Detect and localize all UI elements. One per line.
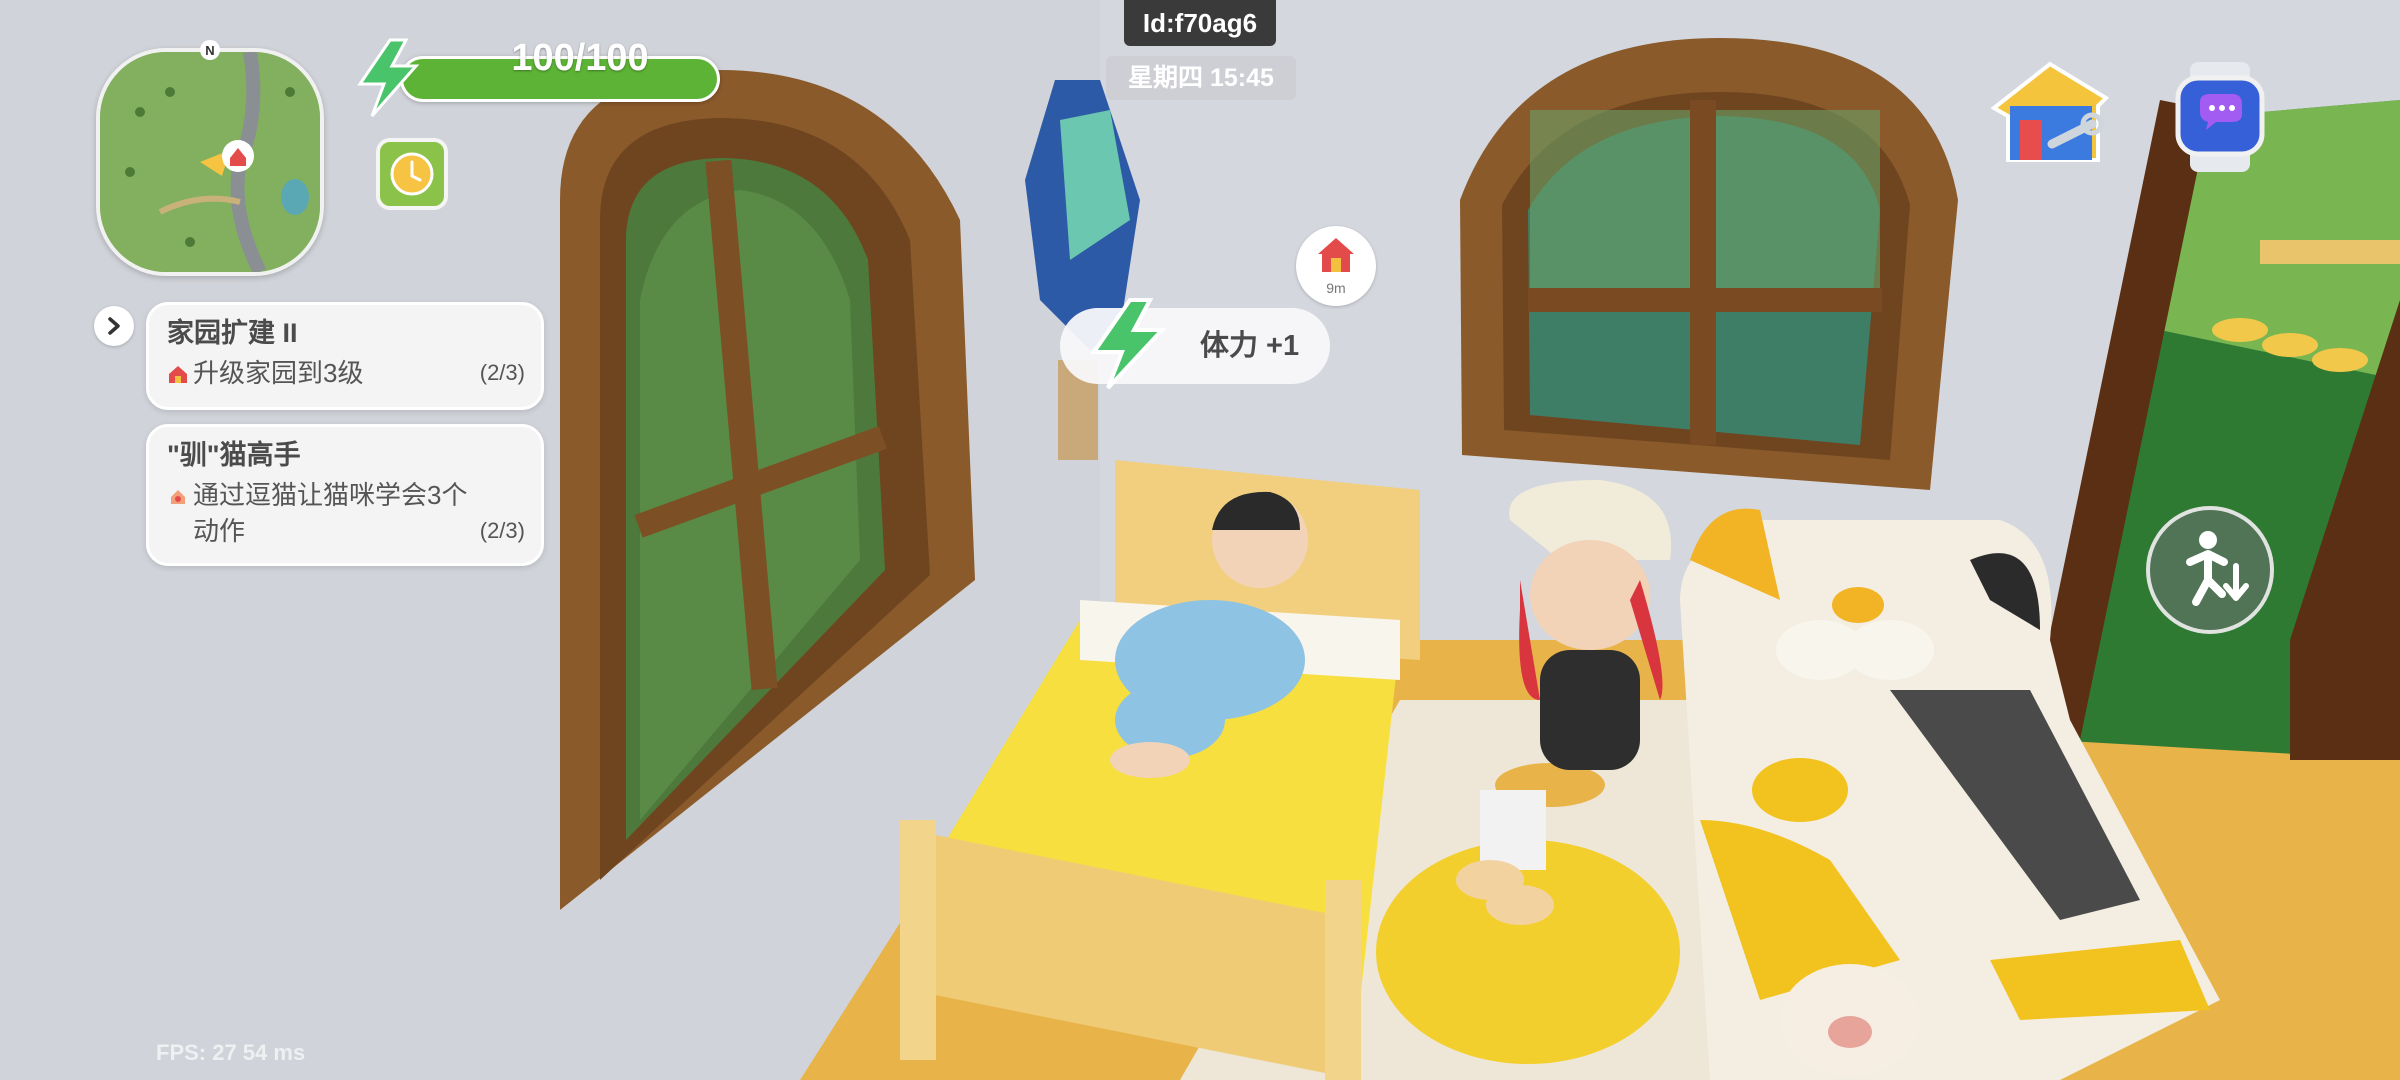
stamina-value: 100/100 (511, 37, 649, 79)
stand-up-icon (2186, 531, 2249, 606)
waypoint-distance: 9m (1326, 280, 1346, 296)
stamina-meter: 100/100 (350, 38, 722, 118)
quest-description: 升级家园到3级 (193, 358, 364, 388)
clock-button[interactable] (376, 138, 448, 210)
house-icon (1318, 238, 1354, 272)
smartwatch-chat-icon (2175, 62, 2265, 172)
chevron-right-icon (108, 317, 120, 335)
quest-description: 通过逗猫让猫咪学会3个动作 (193, 480, 468, 546)
clock-icon (390, 152, 434, 196)
smartwatch-button[interactable] (2166, 56, 2286, 176)
quest-card[interactable]: "驯"猫高手 通过逗猫让猫咪学会3个动作 (2/3) (146, 424, 544, 566)
player-id: Id:f70ag6 (1124, 0, 1276, 46)
home-build-button[interactable] (1980, 48, 2120, 178)
stamina-gain-toast: 体力 +1 (1060, 298, 1330, 390)
fps-counter: FPS: 27 54 ms (156, 1040, 306, 1065)
quest-panel-toggle[interactable] (94, 306, 134, 346)
quest-title: "驯"猫高手 (167, 440, 301, 470)
lightning-bolt-icon (1090, 298, 1167, 390)
quest-card[interactable]: 家园扩建 II 升级家园到3级 (2/3) (146, 302, 544, 410)
quest-title: 家园扩建 II (167, 318, 298, 348)
house-wrench-icon (1990, 61, 2110, 162)
right-window (1460, 38, 1958, 490)
stamina-gain-text: 体力 +1 (1200, 330, 1300, 362)
house-icon (171, 490, 185, 504)
quest-progress: (2/3) (479, 360, 525, 385)
home-waypoint-marker[interactable]: 9m (1296, 226, 1376, 306)
compass-north-label: N (200, 40, 220, 60)
minimap[interactable] (96, 48, 324, 276)
stand-up-button[interactable] (2146, 506, 2274, 634)
game-datetime: 星期四 15:45 (1106, 56, 1296, 100)
quest-progress: (2/3) (479, 518, 525, 543)
minimap-terrain (100, 52, 320, 272)
lightning-bolt-icon (357, 38, 420, 117)
house-icon (169, 366, 187, 383)
